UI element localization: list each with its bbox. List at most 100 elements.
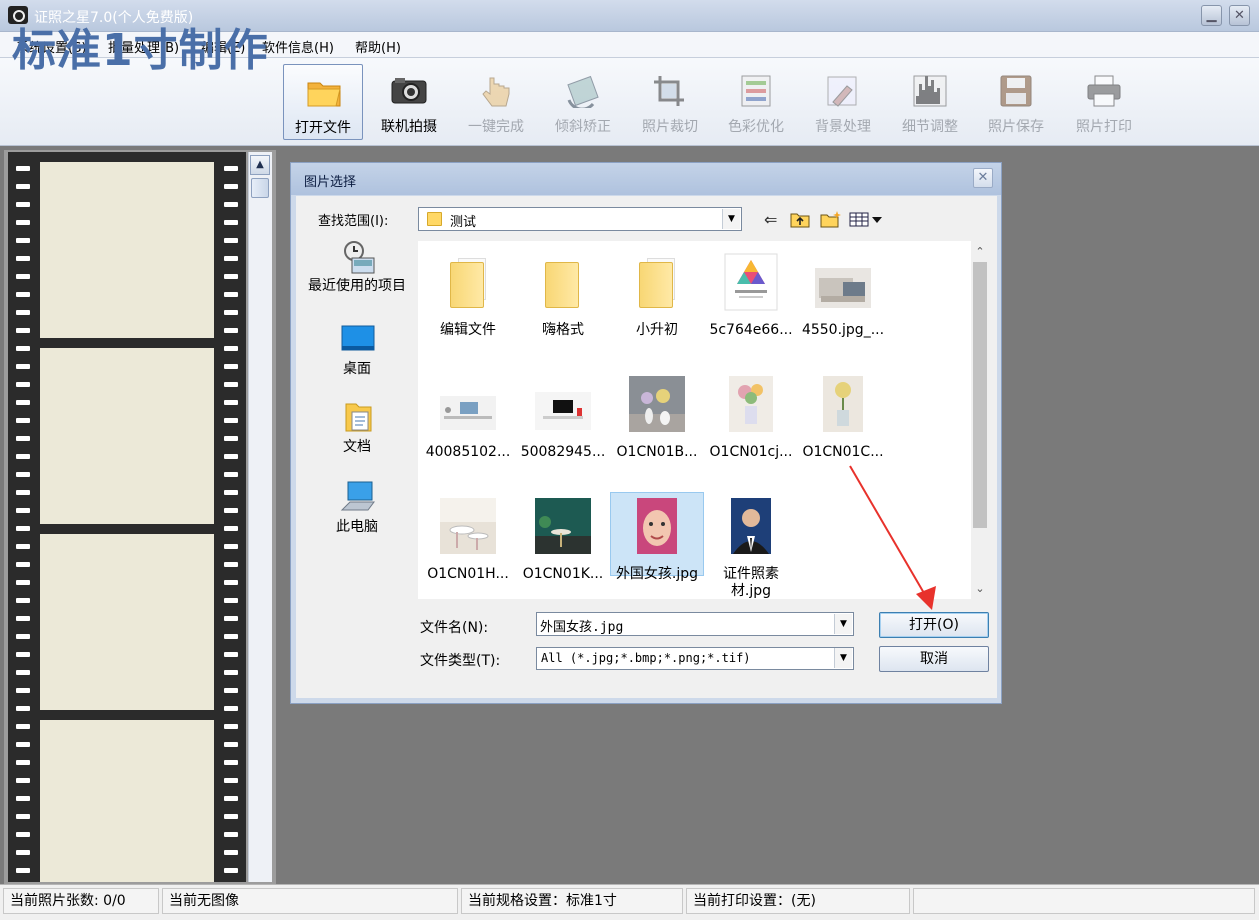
- image-thumbnail: [438, 496, 498, 562]
- crop-icon: [652, 74, 688, 108]
- scroll-thumb[interactable]: [251, 178, 269, 198]
- dialog-title: 图片选择: [304, 175, 357, 190]
- file-name: 嗨格式: [542, 322, 584, 338]
- status-spec: 当前规格设置：标准1寸: [461, 888, 683, 914]
- file-item[interactable]: 40085102...: [421, 370, 515, 488]
- chevron-down-icon[interactable]: ▼: [722, 209, 740, 229]
- menu-help[interactable]: 帮助(H): [355, 37, 401, 56]
- close-button[interactable]: ✕: [1229, 5, 1250, 26]
- file-item[interactable]: O1CN01cj...: [704, 370, 798, 488]
- film-sprocket-hole: [16, 436, 30, 441]
- file-name: 40085102...: [425, 444, 511, 460]
- print-photo-button[interactable]: 照片打印: [1064, 64, 1144, 140]
- film-sprocket-hole: [16, 652, 30, 657]
- film-sprocket-hole: [16, 202, 30, 207]
- minimize-button[interactable]: ▁: [1201, 5, 1222, 26]
- chevron-up-icon[interactable]: ⌃: [971, 243, 989, 261]
- menu-software-info[interactable]: 软件信息(H): [262, 37, 334, 56]
- film-sprocket-hole: [224, 202, 238, 207]
- image-thumbnail: [533, 496, 593, 562]
- film-sprocket-hole: [224, 472, 238, 477]
- folder-icon: [627, 252, 687, 318]
- film-sprocket-hole: [16, 346, 30, 351]
- file-item[interactable]: O1CN01B...: [610, 370, 704, 488]
- file-item[interactable]: 5c764e66...: [704, 248, 798, 366]
- film-sprocket-hole: [16, 454, 30, 459]
- scroll-up-arrow-icon[interactable]: ▲: [250, 155, 270, 175]
- file-name: 50082945...: [520, 444, 606, 460]
- crop-button[interactable]: 照片裁切: [630, 64, 710, 140]
- folder-icon: [533, 252, 593, 318]
- film-sprocket-hole: [16, 742, 30, 747]
- film-sprocket-hole: [224, 796, 238, 801]
- file-name: 编辑文件: [440, 322, 496, 338]
- image-thumbnail: [721, 374, 781, 440]
- up-folder-icon[interactable]: [790, 210, 810, 230]
- file-item[interactable]: O1CN01H...: [421, 492, 515, 610]
- status-image: 当前无图像: [162, 888, 458, 914]
- file-item[interactable]: 编辑文件: [421, 248, 515, 366]
- film-sprocket-hole: [16, 364, 30, 369]
- file-item[interactable]: 50082945...: [516, 370, 610, 488]
- place-desktop[interactable]: 桌面: [308, 324, 406, 380]
- film-sprocket-hole: [224, 598, 238, 603]
- file-name: O1CN01B...: [616, 444, 698, 460]
- camera-capture-button[interactable]: 联机拍摄: [369, 64, 449, 140]
- look-in-label: 查找范围(I):: [318, 214, 389, 229]
- film-sprocket-hole: [224, 544, 238, 549]
- filename-label: 文件名(N):: [420, 620, 489, 636]
- place-this-pc[interactable]: 此电脑: [308, 480, 406, 536]
- film-frame[interactable]: [40, 534, 214, 710]
- film-frame[interactable]: [40, 348, 214, 524]
- film-sprocket-hole: [16, 634, 30, 639]
- chevron-down-icon[interactable]: ⌄: [971, 580, 989, 598]
- floppy-disk-icon: [998, 74, 1034, 108]
- file-list-scroll-thumb[interactable]: [973, 262, 987, 528]
- film-sprocket-hole: [224, 778, 238, 783]
- film-sprocket-hole: [224, 724, 238, 729]
- look-in-value: 测试: [450, 215, 477, 230]
- back-arrow-icon[interactable]: ⇐: [764, 210, 777, 230]
- file-name: 4550.jpg_...: [801, 322, 885, 338]
- save-photo-button[interactable]: 照片保存: [976, 64, 1056, 140]
- printer-icon: [1086, 74, 1122, 108]
- film-frame[interactable]: [40, 720, 214, 882]
- film-scrollbar[interactable]: [248, 152, 272, 882]
- film-sprocket-hole: [16, 778, 30, 783]
- film-sprocket-hole: [16, 670, 30, 675]
- file-item[interactable]: O1CN01K...: [516, 492, 610, 610]
- place-recent[interactable]: 最近使用的项目: [308, 240, 406, 314]
- file-item-selected[interactable]: 外国女孩.jpg: [610, 492, 704, 610]
- file-item[interactable]: 小升初: [610, 248, 704, 366]
- film-sprocket-hole: [224, 436, 238, 441]
- tool-label: 倾斜矫正: [555, 119, 611, 135]
- file-item[interactable]: 4550.jpg_...: [796, 248, 890, 366]
- tilt-correct-button[interactable]: 倾斜矫正: [543, 64, 623, 140]
- film-sprocket-hole: [224, 526, 238, 531]
- dialog-close-button[interactable]: ✕: [973, 168, 993, 188]
- dialog-title-bar: [291, 163, 1001, 195]
- film-sprocket-hole: [16, 850, 30, 855]
- open-file-button[interactable]: 打开文件: [283, 64, 363, 140]
- background-button[interactable]: 背景处理: [803, 64, 883, 140]
- film-sprocket-hole: [16, 490, 30, 495]
- film-sprocket-hole: [16, 760, 30, 765]
- color-optimize-button[interactable]: 色彩优化: [716, 64, 796, 140]
- detail-adjust-button[interactable]: 细节调整: [890, 64, 970, 140]
- place-documents[interactable]: 文档: [308, 402, 406, 458]
- film-sprocket-hole: [224, 688, 238, 693]
- cancel-button[interactable]: 取消: [879, 646, 989, 672]
- file-name: 小升初: [636, 322, 678, 338]
- film-frame[interactable]: [40, 162, 214, 338]
- open-folder-icon: [306, 75, 342, 109]
- film-sprocket-hole: [16, 310, 30, 315]
- new-folder-icon[interactable]: [820, 210, 842, 230]
- file-name: O1CN01cj...: [709, 444, 793, 460]
- file-item[interactable]: 嗨格式: [516, 248, 610, 366]
- rotate-icon: [565, 74, 601, 111]
- one-click-button[interactable]: 一键完成: [456, 64, 536, 140]
- file-item[interactable]: 证件照素材.jpg: [704, 492, 798, 610]
- chevron-down-icon[interactable]: ▼: [834, 648, 852, 668]
- view-menu-icon[interactable]: [848, 210, 884, 230]
- tool-label: 照片裁切: [642, 119, 698, 135]
